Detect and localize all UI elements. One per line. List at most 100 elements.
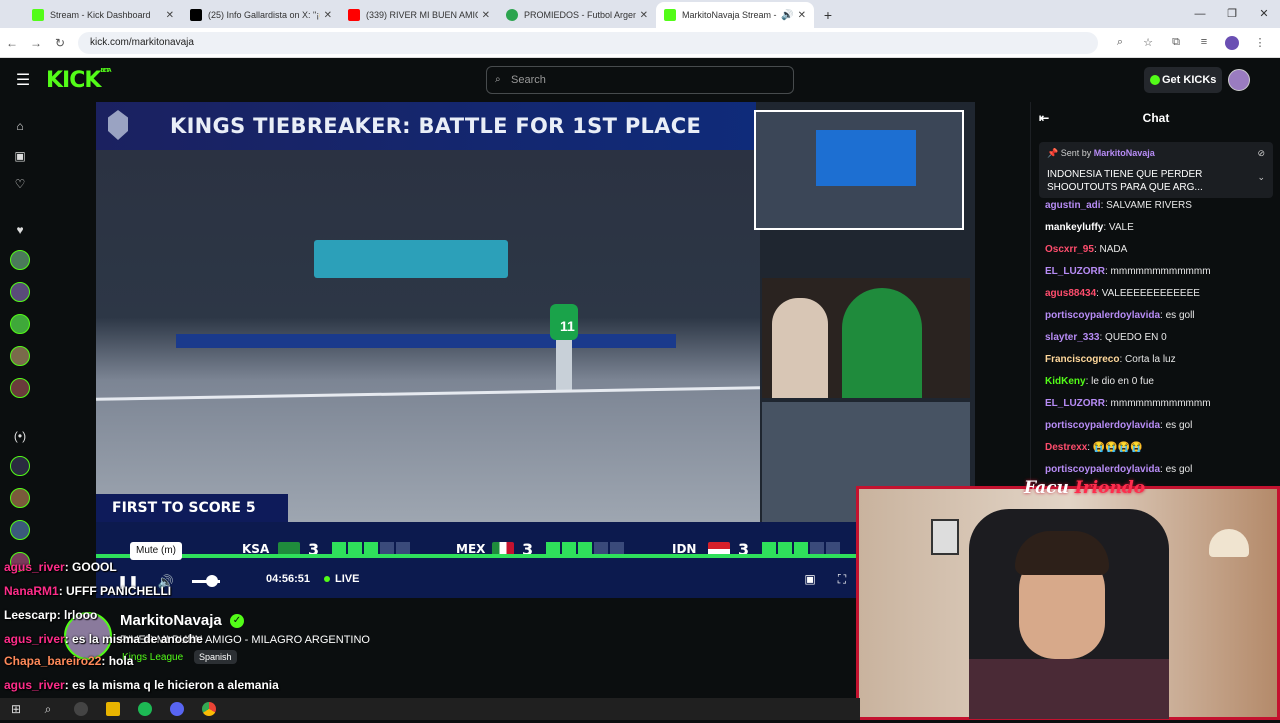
x-favicon-icon <box>190 9 202 21</box>
chat-message: Oscxrr_95: NADA <box>1045 244 1127 255</box>
progress-bar[interactable] <box>96 554 858 558</box>
browse-icon[interactable]: ▣ <box>12 148 28 164</box>
speaker-icon[interactable]: 🔊 <box>781 10 793 21</box>
recommended-channel-avatar[interactable] <box>10 520 30 540</box>
chat-username[interactable]: Oscxrr_95 <box>1045 244 1094 255</box>
media-control-icon[interactable]: ≡ <box>1190 36 1218 50</box>
user-avatar[interactable] <box>1228 69 1250 91</box>
forward-icon[interactable]: → <box>24 36 48 50</box>
hamburger-menu-icon[interactable]: ☰ <box>0 70 46 90</box>
minimize-icon[interactable]: — <box>1184 0 1216 28</box>
get-kicks-button[interactable]: Get KICKs <box>1144 67 1222 93</box>
home-icon[interactable]: ⌂ <box>12 118 28 134</box>
chat-username[interactable]: KidKeny <box>1045 376 1086 387</box>
chat-username[interactable]: Franciscogreco <box>1045 354 1119 365</box>
close-tab-icon[interactable]: ✕ <box>482 10 490 21</box>
spotify-icon[interactable] <box>133 698 155 720</box>
file-explorer-icon[interactable] <box>101 698 123 720</box>
pinned-sender: 📌 Sent by MarkitoNavaja <box>1047 148 1155 158</box>
streamer-webcam <box>856 486 1280 720</box>
taskbar-search-icon[interactable]: ⌕ <box>37 698 59 720</box>
close-window-icon[interactable]: ✕ <box>1248 0 1280 28</box>
close-tab-icon[interactable]: ✕ <box>324 10 332 21</box>
chat-username[interactable]: portiscoypalerdoylavida <box>1045 420 1160 431</box>
chat-username[interactable]: mankeyluffy <box>1045 222 1103 233</box>
search-placeholder: Search <box>511 74 546 86</box>
following-heart-icon[interactable]: ♡ <box>12 176 28 192</box>
fullscreen-icon[interactable]: ⛶ <box>826 572 858 587</box>
close-tab-icon[interactable]: ✕ <box>166 10 174 21</box>
url-field[interactable]: kick.com/markitonavaja <box>78 31 1098 54</box>
kick-logo[interactable]: KICKBETA <box>46 68 112 93</box>
unpin-icon[interactable]: ⊘ <box>1257 148 1265 159</box>
volume-knob[interactable] <box>206 575 218 587</box>
profile-avatar[interactable] <box>1225 35 1239 50</box>
language-tag[interactable]: Spanish <box>194 650 237 664</box>
browser-tab[interactable]: (339) RIVER MI BUEN AMIGO - ✕ <box>340 2 498 28</box>
chat-username[interactable]: Destrexx <box>1045 442 1087 453</box>
obs-icon[interactable] <box>69 698 91 720</box>
bookmark-star-icon[interactable]: ☆ <box>1134 36 1162 50</box>
chat-text: : es gol <box>1160 420 1193 431</box>
tab-title: MarkitoNavaja Stream - Wa <box>682 10 777 20</box>
chat-username[interactable]: agus88434 <box>1045 288 1096 299</box>
close-tab-icon[interactable]: ✕ <box>798 10 806 21</box>
tab-title: PROMIEDOS - Futbol Argentina <box>524 10 636 20</box>
video-player[interactable]: KINGS TIEBREAKER: BATTLE FOR 1ST PLACE 1… <box>96 102 975 522</box>
collapse-chat-icon[interactable]: ⇤ <box>1039 102 1049 134</box>
chat-message: slayter_333: QUEDO EN 0 <box>1045 332 1167 343</box>
overlay-chat-line: agus_river: GOOOL <box>4 560 117 574</box>
browser-tab[interactable]: Stream - Kick Dashboard ✕ <box>24 2 182 28</box>
discord-icon[interactable] <box>165 698 187 720</box>
recommended-channel-avatar[interactable] <box>10 456 30 476</box>
live-label: LIVE <box>335 573 360 585</box>
arena-scene: 11 <box>96 150 760 522</box>
new-tab-button[interactable]: + <box>814 2 842 28</box>
window-controls: — ❐ ✕ <box>1184 0 1280 28</box>
browser-tab[interactable]: PROMIEDOS - Futbol Argentina ✕ <box>498 2 656 28</box>
expand-chevron-icon[interactable]: ⌄ <box>1257 172 1265 183</box>
chat-username[interactable]: EL_LUZORR <box>1045 398 1105 409</box>
restore-icon[interactable]: ❐ <box>1216 0 1248 28</box>
browser-tab-active[interactable]: MarkitoNavaja Stream - Wa 🔊 ✕ <box>656 2 814 28</box>
browser-menu-icon[interactable]: ⋮ <box>1246 36 1274 50</box>
chat-message: agustin_adi: SALVAME RIVERS <box>1045 200 1192 211</box>
pinned-message[interactable]: 📌 Sent by MarkitoNavaja ⊘ INDONESIA TIEN… <box>1039 142 1273 198</box>
zoom-icon[interactable]: ⌕ <box>1106 36 1134 50</box>
overlay-chat-line: Leescarp: lrlooo <box>4 608 98 622</box>
chat-text: : NADA <box>1093 244 1128 255</box>
theater-mode-icon[interactable]: ▣ <box>794 572 826 587</box>
first-to-banner: FIRST TO SCORE 5 WINS <box>96 494 288 522</box>
overlay-chat-line: Chapa_bareiro22: hola <box>4 654 134 668</box>
chat-text: : Corta la luz <box>1119 354 1176 365</box>
get-kicks-label: Get KICKs <box>1162 74 1217 86</box>
followed-channel-avatar[interactable] <box>10 346 30 366</box>
chat-username[interactable]: agustin_adi <box>1045 200 1101 211</box>
player-legs <box>556 340 572 390</box>
chrome-icon[interactable] <box>197 698 219 720</box>
recommended-channel-avatar[interactable] <box>10 488 30 508</box>
search-input[interactable]: ⌕ Search <box>486 66 794 94</box>
chat-message: portiscoypalerdoylavida: es gol <box>1045 420 1192 431</box>
reload-icon[interactable]: ↻ <box>48 36 72 50</box>
windows-start-icon[interactable]: ⊞ <box>5 698 27 720</box>
browser-tab[interactable]: (25) Info Gallardista on X: "¡😱 ✕ <box>182 2 340 28</box>
followed-channel-avatar[interactable] <box>10 282 30 302</box>
extensions-icon[interactable]: ⧉ <box>1162 36 1190 50</box>
chat-header: ⇤ Chat <box>1031 102 1280 134</box>
chat-message: Destrexx: 😭😭😭😭 <box>1045 442 1143 453</box>
channel-name[interactable]: MarkitoNavaja <box>120 612 222 629</box>
chat-username[interactable]: portiscoypalerdoylavida <box>1045 310 1160 321</box>
player-figure: 11 <box>546 296 582 396</box>
followed-channel-avatar[interactable] <box>10 250 30 270</box>
close-tab-icon[interactable]: ✕ <box>640 10 648 21</box>
chat-username[interactable]: EL_LUZORR <box>1045 266 1105 277</box>
wall-frame <box>931 519 959 555</box>
followed-channel-avatar[interactable] <box>10 314 30 334</box>
overlay-chat-line: agus_river: es la misma de anoche <box>4 632 203 646</box>
player-shirt: 11 <box>550 304 578 340</box>
chat-username[interactable]: portiscoypalerdoylavida <box>1045 464 1160 475</box>
followed-channel-avatar[interactable] <box>10 378 30 398</box>
back-icon[interactable]: ← <box>0 36 24 50</box>
chat-username[interactable]: slayter_333 <box>1045 332 1100 343</box>
